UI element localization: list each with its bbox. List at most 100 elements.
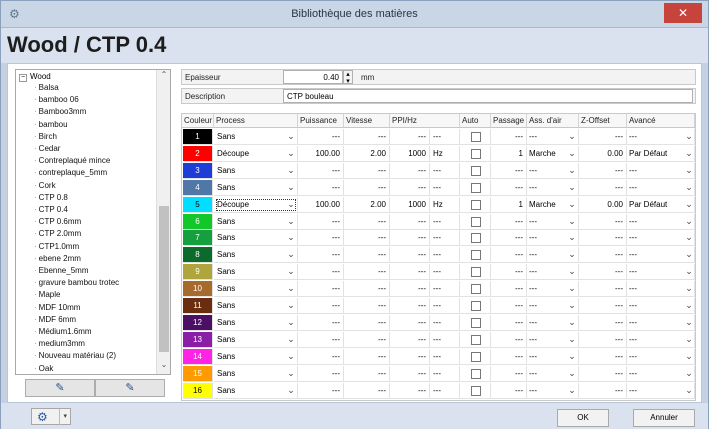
tree-item[interactable]: · CTP 2.0mm (34, 229, 81, 241)
z-offset-cell[interactable]: 0.00 (579, 196, 627, 213)
air-dropdown-icon[interactable]: ⌄ (566, 214, 578, 230)
tree-item[interactable]: · MDF 6mm (34, 315, 76, 327)
avance-dropdown-icon[interactable]: ⌄ (683, 163, 695, 179)
air-dropdown-icon[interactable]: ⌄ (566, 230, 578, 246)
puissance-cell[interactable]: --- (298, 348, 344, 365)
air-dropdown-icon[interactable]: ⌄ (566, 129, 578, 145)
z-offset-cell[interactable]: --- (579, 365, 627, 382)
process-dropdown-icon[interactable]: ⌄ (285, 247, 297, 263)
ppi-unit-cell[interactable]: Hz (430, 145, 460, 162)
passage-cell[interactable]: --- (491, 365, 527, 382)
process-dropdown-icon[interactable]: ⌄ (285, 383, 297, 399)
avance-dropdown-icon[interactable]: ⌄ (683, 180, 695, 196)
color-swatch[interactable]: 3 (183, 162, 213, 179)
tree-item[interactable]: · Cedar (34, 144, 60, 156)
puissance-cell[interactable]: --- (298, 179, 344, 196)
auto-checkbox[interactable] (471, 216, 481, 227)
ppi-cell[interactable]: --- (390, 230, 430, 247)
tree-item[interactable]: · ebene 2mm (34, 254, 81, 266)
puissance-cell[interactable]: --- (298, 230, 344, 247)
auto-checkbox[interactable] (471, 233, 481, 244)
color-swatch[interactable]: 16 (183, 382, 213, 399)
process-dropdown-icon[interactable]: ⌄ (285, 332, 297, 348)
process-dropdown-icon[interactable]: ⌄ (285, 315, 297, 331)
column-header[interactable]: Auto (460, 114, 491, 128)
ppi-unit-cell[interactable]: Hz (430, 196, 460, 213)
vitesse-cell[interactable]: --- (344, 129, 390, 145)
puissance-cell[interactable]: --- (298, 365, 344, 382)
ppi-cell[interactable]: --- (390, 179, 430, 196)
auto-checkbox[interactable] (471, 334, 481, 345)
avance-dropdown-icon[interactable]: ⌄ (683, 298, 695, 314)
ppi-unit-cell[interactable]: --- (430, 348, 460, 365)
column-header[interactable]: Avancé (627, 114, 695, 128)
cancel-button[interactable]: Annuler (633, 409, 695, 427)
z-offset-cell[interactable]: --- (579, 264, 627, 281)
avance-dropdown-icon[interactable]: ⌄ (683, 146, 695, 162)
air-dropdown-icon[interactable]: ⌄ (566, 281, 578, 297)
z-offset-cell[interactable]: --- (579, 247, 627, 264)
close-button[interactable]: ✕ (664, 3, 702, 23)
color-swatch[interactable]: 5 (183, 196, 213, 213)
vitesse-cell[interactable]: --- (344, 314, 390, 331)
z-offset-cell[interactable]: --- (579, 331, 627, 348)
passage-cell[interactable]: --- (491, 348, 527, 365)
air-dropdown-icon[interactable]: ⌄ (566, 146, 578, 162)
auto-checkbox[interactable] (471, 368, 481, 379)
puissance-cell[interactable]: --- (298, 281, 344, 298)
ppi-cell[interactable]: --- (390, 348, 430, 365)
vitesse-cell[interactable]: --- (344, 213, 390, 230)
passage-cell[interactable]: --- (491, 298, 527, 314)
vitesse-cell[interactable]: 2.00 (344, 196, 390, 213)
epaisseur-spinner[interactable]: ▴ ▾ (343, 70, 353, 85)
tree-item[interactable]: · CTP 0.6mm (34, 217, 81, 229)
puissance-cell[interactable]: --- (298, 331, 344, 348)
ppi-unit-cell[interactable]: --- (430, 247, 460, 264)
ppi-cell[interactable]: --- (390, 331, 430, 348)
ok-button[interactable]: OK (557, 409, 609, 427)
auto-checkbox[interactable] (471, 267, 481, 278)
passage-cell[interactable]: --- (491, 129, 527, 145)
tree-item[interactable]: · Contreplaqué mince (34, 156, 110, 168)
vitesse-cell[interactable]: 2.00 (344, 145, 390, 162)
puissance-cell[interactable]: --- (298, 213, 344, 230)
vitesse-cell[interactable]: --- (344, 382, 390, 399)
puissance-cell[interactable]: --- (298, 298, 344, 314)
column-header[interactable]: Couleur (182, 114, 214, 128)
copy-material-button[interactable]: ✎ (95, 379, 165, 397)
tree-item[interactable]: · Maple (34, 290, 60, 302)
air-dropdown-icon[interactable]: ⌄ (566, 332, 578, 348)
ppi-cell[interactable]: --- (390, 129, 430, 145)
auto-checkbox[interactable] (471, 182, 481, 193)
process-dropdown-icon[interactable]: ⌄ (285, 264, 297, 280)
ppi-cell[interactable]: --- (390, 382, 430, 399)
z-offset-cell[interactable]: --- (579, 348, 627, 365)
settings-menu-button[interactable]: ⚙ ▾ (31, 408, 71, 425)
auto-checkbox[interactable] (471, 132, 481, 142)
ppi-cell[interactable]: --- (390, 314, 430, 331)
column-header[interactable]: Ass. d'air (527, 114, 579, 128)
avance-dropdown-icon[interactable]: ⌄ (683, 197, 695, 213)
avance-dropdown-icon[interactable]: ⌄ (683, 214, 695, 230)
tree-item[interactable]: · Ebenne_5mm (34, 266, 88, 278)
puissance-cell[interactable]: 100.00 (298, 145, 344, 162)
puissance-cell[interactable]: --- (298, 247, 344, 264)
ppi-cell[interactable]: --- (390, 298, 430, 314)
tree-item[interactable]: · CTP 0.4 (34, 205, 68, 217)
column-header[interactable]: Passage (491, 114, 527, 128)
avance-dropdown-icon[interactable]: ⌄ (683, 129, 695, 145)
tree-item[interactable]: · bamboo 06 (34, 95, 79, 107)
dropdown-arrow-icon[interactable]: ▾ (59, 409, 67, 425)
auto-checkbox[interactable] (471, 199, 481, 210)
tree-root-wood[interactable]: − Wood (19, 72, 51, 82)
column-header[interactable]: Vitesse (344, 114, 390, 128)
avance-dropdown-icon[interactable]: ⌄ (683, 315, 695, 331)
passage-cell[interactable]: --- (491, 230, 527, 247)
z-offset-cell[interactable]: --- (579, 129, 627, 145)
color-swatch[interactable]: 10 (183, 281, 213, 298)
passage-cell[interactable]: --- (491, 162, 527, 179)
auto-checkbox[interactable] (471, 165, 481, 176)
passage-cell[interactable]: --- (491, 382, 527, 399)
ppi-unit-cell[interactable]: --- (430, 213, 460, 230)
process-dropdown-icon[interactable]: ⌄ (285, 366, 297, 382)
